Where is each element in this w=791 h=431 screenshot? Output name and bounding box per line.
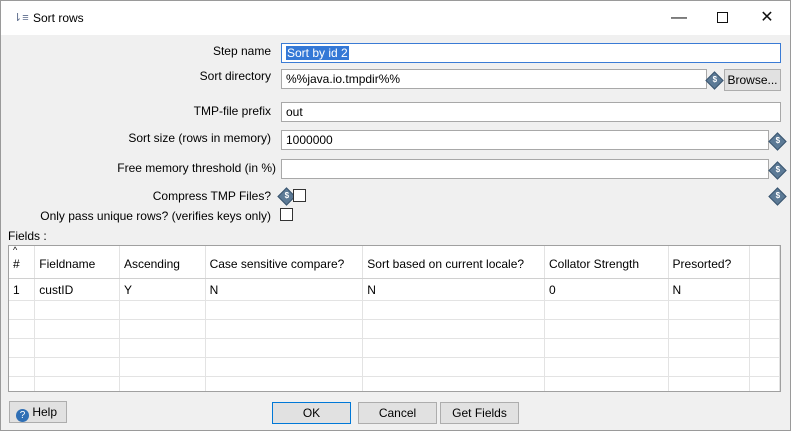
title-bar: ⇂≡ Sort rows — ✕ xyxy=(1,1,790,35)
fields-table[interactable]: ^ # Fieldname Ascending Case sensitive co… xyxy=(8,245,781,392)
get-fields-button[interactable]: Get Fields xyxy=(440,402,519,424)
help-button[interactable]: ? Help xyxy=(9,401,67,423)
variable-icon[interactable]: $ xyxy=(768,187,787,206)
variable-icon[interactable]: $ xyxy=(768,161,787,180)
unique-rows-checkbox[interactable] xyxy=(280,208,293,221)
column-header-collator-strength[interactable]: Collator Strength xyxy=(544,246,669,279)
empty-row xyxy=(9,376,780,391)
step-name-value: Sort by id 2 xyxy=(286,46,349,60)
empty-row xyxy=(9,300,780,320)
unique-rows-label: Only pass unique rows? (verifies keys on… xyxy=(40,209,271,223)
free-memory-input[interactable] xyxy=(281,159,769,179)
empty-row xyxy=(9,338,780,358)
sort-indicator-icon: ^ xyxy=(13,245,18,255)
compress-checkbox[interactable] xyxy=(293,189,306,202)
maximize-icon xyxy=(717,12,728,23)
cell-ascending[interactable]: Y xyxy=(119,278,206,301)
cell-empty xyxy=(749,278,780,301)
cell-fieldname[interactable]: custID xyxy=(34,278,120,301)
column-header-ascending[interactable]: Ascending xyxy=(119,246,206,279)
minimize-button[interactable]: — xyxy=(657,1,701,35)
column-header-locale[interactable]: Sort based on current locale? xyxy=(362,246,545,279)
cancel-button[interactable]: Cancel xyxy=(358,402,437,424)
maximize-button[interactable] xyxy=(701,1,745,35)
row-number: 1 xyxy=(9,278,36,301)
sort-size-input[interactable]: 1000000 xyxy=(281,130,769,150)
sort-rows-icon: ⇂≡ xyxy=(13,12,29,24)
column-header-empty xyxy=(749,246,780,279)
sort-directory-input[interactable]: %%java.io.tmpdir%% xyxy=(281,69,707,89)
browse-button[interactable]: Browse... xyxy=(724,69,781,91)
free-memory-label: Free memory threshold (in %) xyxy=(117,161,276,175)
step-name-label: Step name xyxy=(212,44,271,58)
sort-rows-dialog: ⇂≡ Sort rows — ✕ Step name Sort by id 2 … xyxy=(0,0,791,431)
fields-label: Fields : xyxy=(8,229,47,243)
column-header-presorted[interactable]: Presorted? xyxy=(668,246,751,279)
ok-button[interactable]: OK xyxy=(272,402,351,424)
table-row[interactable]: 1 custID Y N N 0 N xyxy=(9,278,780,301)
empty-row xyxy=(9,357,780,377)
column-header-fieldname[interactable]: Fieldname xyxy=(34,246,120,279)
sort-directory-label: Sort directory xyxy=(199,69,271,83)
cell-locale[interactable]: N xyxy=(362,278,545,301)
help-icon: ? xyxy=(16,409,29,422)
sort-size-label: Sort size (rows in memory) xyxy=(128,131,271,145)
help-label: Help xyxy=(32,405,58,419)
window-title: Sort rows xyxy=(33,11,84,25)
empty-row xyxy=(9,319,780,339)
close-button[interactable]: ✕ xyxy=(745,1,789,35)
column-header-case-sensitive[interactable]: Case sensitive compare? xyxy=(205,246,364,279)
cell-presorted[interactable]: N xyxy=(668,278,751,301)
tmp-prefix-label: TMP-file prefix xyxy=(193,104,271,118)
variable-icon[interactable]: $ xyxy=(768,132,787,151)
compress-label: Compress TMP Files? xyxy=(152,189,271,203)
cell-collator-strength[interactable]: 0 xyxy=(544,278,669,301)
variable-icon[interactable]: $ xyxy=(705,71,724,90)
step-name-input[interactable]: Sort by id 2 xyxy=(281,43,781,63)
cell-case-sensitive[interactable]: N xyxy=(205,278,364,301)
tmp-prefix-input[interactable]: out xyxy=(281,102,781,122)
column-header-number[interactable]: ^ # xyxy=(9,245,36,279)
